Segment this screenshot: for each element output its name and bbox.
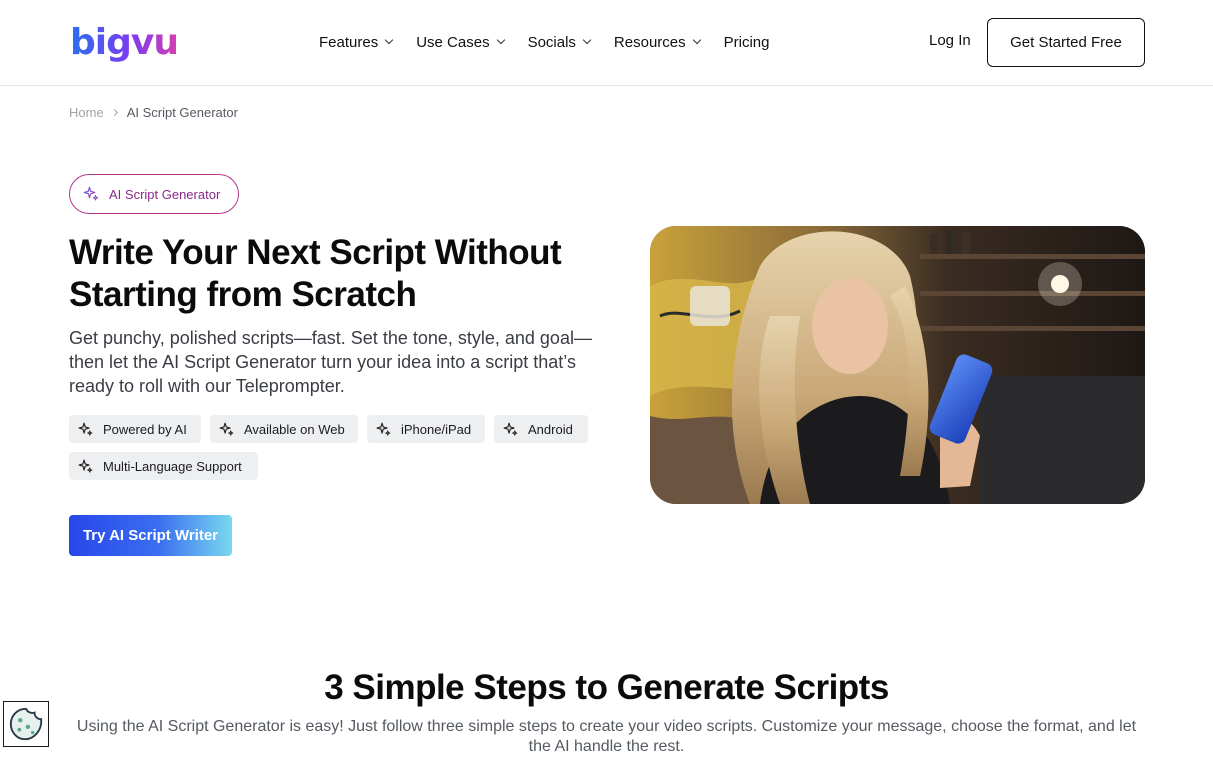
tag-multi-language: Multi-Language Support (69, 452, 258, 480)
tag-label: Android (528, 421, 573, 437)
nav-features-label: Features (319, 33, 379, 51)
cookie-settings-button[interactable] (3, 701, 49, 747)
tag-android: Android (494, 415, 588, 443)
nav-pricing[interactable]: Pricing (724, 30, 770, 54)
steps-subtitle: Using the AI Script Generator is easy! J… (76, 718, 1137, 755)
hero-image (650, 226, 1145, 504)
hero-subtitle: Get punchy, polished scripts—fast. Set t… (69, 328, 592, 396)
chevron-right-icon (110, 108, 118, 117)
tag-iphone-ipad: iPhone/iPad (367, 415, 485, 443)
chevron-down-icon (496, 35, 505, 45)
nav-socials-label: Socials (527, 33, 576, 51)
chevron-down-icon (384, 35, 394, 45)
logo-text: bigvu (70, 21, 179, 63)
nav-socials[interactable]: Socials (527, 30, 592, 54)
tag-label: Available on Web (244, 421, 345, 437)
tag-label: Multi-Language Support (103, 458, 242, 474)
pill-label: AI Script Generator (109, 186, 221, 202)
page-title: Write Your Next Script Without Starting … (69, 233, 562, 314)
breadcrumb-home[interactable]: Home (69, 105, 104, 120)
nav-resources[interactable]: Resources (613, 30, 701, 54)
breadcrumb-current: AI Script Generator (126, 105, 238, 120)
chevron-down-icon (692, 35, 701, 45)
tag-label: iPhone/iPad (401, 421, 472, 437)
nav-pricing-label: Pricing (723, 33, 770, 51)
nav-resources-label: Resources (613, 33, 686, 51)
login-link[interactable]: Log In (929, 32, 971, 49)
breadcrumb: Home AI Script Generator (69, 105, 238, 120)
steps-title: 3 Simple Steps to Generate Scripts (324, 668, 889, 707)
nav-use-cases-label: Use Cases (416, 33, 490, 51)
sparkle-icon (503, 422, 518, 436)
tag-label: Powered by AI (103, 421, 187, 437)
hero-photo-illustration (650, 226, 1145, 504)
cookie-icon (9, 707, 43, 741)
get-started-button[interactable]: Get Started Free (987, 18, 1145, 67)
sparkle-icon (78, 459, 93, 473)
sparkle-icon (83, 186, 99, 201)
bigvu-logo[interactable]: bigvu (70, 18, 179, 66)
feature-pill: AI Script Generator (69, 174, 239, 214)
sparkle-icon (376, 422, 391, 436)
tag-powered-by-ai: Powered by AI (69, 415, 201, 443)
site-header: bigvu Features Use Cases Socials Resourc… (0, 0, 1213, 86)
chevron-down-icon (582, 35, 592, 45)
nav-use-cases[interactable]: Use Cases (416, 30, 505, 54)
sparkle-icon (78, 422, 93, 436)
sparkle-icon (219, 422, 234, 436)
try-ai-script-writer-button[interactable]: Try AI Script Writer (69, 515, 232, 556)
nav-features[interactable]: Features (319, 30, 394, 54)
tag-available-on-web: Available on Web (210, 415, 358, 443)
main-nav: Features Use Cases Socials Resources Pri… (319, 30, 793, 54)
